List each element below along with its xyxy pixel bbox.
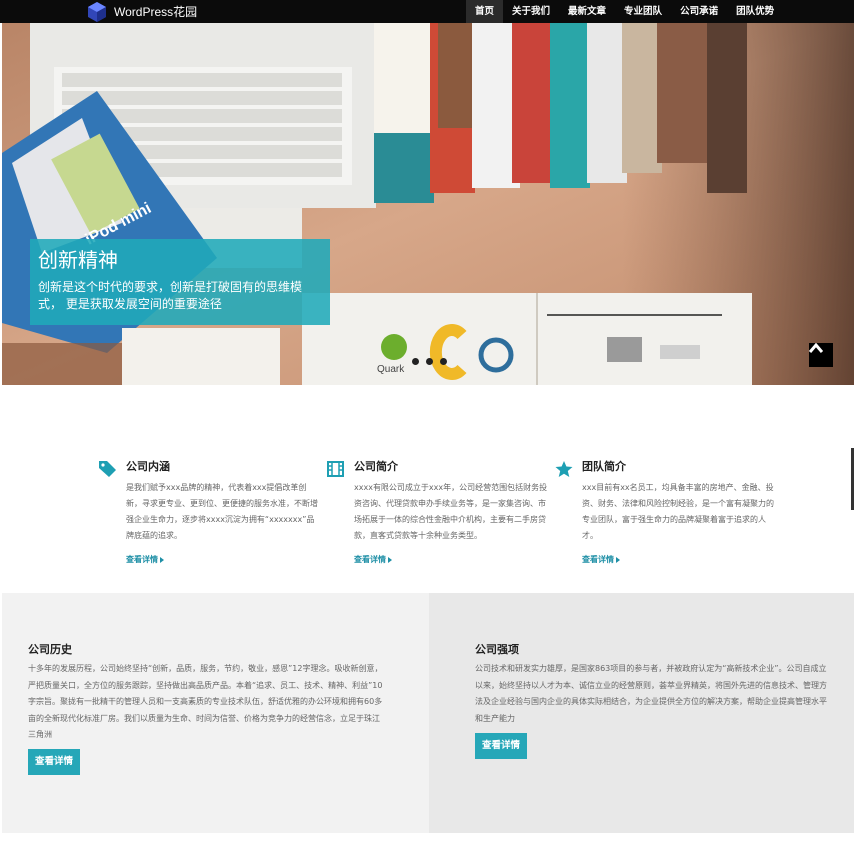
feature-title: 公司内涵 [126,460,170,473]
slider-dot[interactable] [440,358,447,365]
caret-right-icon [616,556,620,563]
history-panel: 公司历史 十多年的发展历程，公司始终坚持“创新，品质，服务，节约，敬业，感恩”1… [2,593,429,833]
feature-card-team: 团队简介 xxx目前有xx名员工，均具备丰富的房地产、金融、投资、财务、法律和风… [555,460,776,566]
read-more-link[interactable]: 查看详情 [126,554,164,565]
brand-name: WordPress花园 [114,5,198,19]
caret-right-icon [388,556,392,563]
slider-dots [412,358,447,365]
hero-caption: 创新精神 创新是这个时代的要求，创新是打破固有的思维模式， 更是获取发展空间的重… [30,239,330,325]
history-title: 公司历史 [28,643,72,656]
read-more-link[interactable]: 查看详情 [582,554,620,565]
quark-text: Quark [377,364,405,375]
brand[interactable]: WordPress花园 [86,0,197,23]
nav-item-latest-articles[interactable]: 最新文章 [559,0,615,23]
tag-icon [98,460,118,478]
chevron-up-icon [809,343,823,353]
hero-slider: iPod mini Quark 创新精神 创新是这个时代的要求，创新是打破固有的… [2,23,854,385]
cube-logo-icon [86,1,108,23]
history-details-button[interactable]: 查看详情 [28,749,81,775]
star-icon [554,460,574,478]
main-menu: 首页 关于我们 最新文章 专业团队 公司承诺 团队优势 [466,0,783,23]
feature-text: xxx目前有xx名员工，均具备丰富的房地产、金融、投资、财务、法律和风险控制经验… [582,483,774,540]
scroll-to-top-button[interactable] [809,343,833,367]
film-icon [326,460,346,478]
hero-text: 创新是这个时代的要求，创新是打破固有的思维模式， 更是获取发展空间的重要途径 [38,280,303,311]
hero-image: iPod mini Quark [2,23,854,385]
nav-item-about[interactable]: 关于我们 [503,0,559,23]
slider-dot[interactable] [412,358,419,365]
nav-item-home[interactable]: 首页 [466,0,504,23]
feature-title: 团队简介 [582,460,626,473]
read-more-label: 查看详情 [354,555,386,564]
nav-item-commitment[interactable]: 公司承诺 [671,0,727,23]
strengths-panel: 公司强项 公司技术和研发实力雄厚，是国家863项目的参与者，并被政府认定为“高新… [429,593,854,833]
feature-card-connotation: 公司内涵 是我们赋予xxx品牌的精神，代表着xxx提倡改革创新，寻求更专业、更到… [99,460,320,566]
nav-item-team[interactable]: 专业团队 [615,0,671,23]
strengths-text: 公司技术和研发实力雄厚，是国家863项目的参与者，并被政府认定为“高新技术企业”… [475,664,827,723]
history-text: 十多年的发展历程，公司始终坚持“创新，品质，服务，节约，敬业，感恩”12字理念。… [28,664,383,739]
feature-text: xxxx有限公司成立于xxx年，公司经营范围包括财务投资咨询、代理贷款申办手续业… [354,483,548,540]
nav-item-advantages[interactable]: 团队优势 [727,0,783,23]
read-more-label: 查看详情 [126,555,158,564]
top-navbar: WordPress花园 首页 关于我们 最新文章 专业团队 公司承诺 团队优势 [0,0,854,23]
strengths-title: 公司强项 [475,643,519,656]
hero-title: 创新精神 [38,248,118,272]
caret-right-icon [160,556,164,563]
slider-dot[interactable] [426,358,433,365]
strengths-details-button[interactable]: 查看详情 [475,733,528,759]
read-more-label: 查看详情 [582,555,614,564]
read-more-link[interactable]: 查看详情 [354,554,392,565]
feature-title: 公司简介 [354,460,398,473]
features-section: 公司内涵 是我们赋予xxx品牌的精神，代表着xxx提倡改革创新，寻求更专业、更到… [0,385,854,593]
feature-text: 是我们赋予xxx品牌的精神，代表着xxx提倡改革创新，寻求更专业、更到位、更便捷… [126,483,318,540]
feature-card-profile: 公司简介 xxxx有限公司成立于xxx年，公司经营范围包括财务投资咨询、代理贷款… [327,460,548,566]
